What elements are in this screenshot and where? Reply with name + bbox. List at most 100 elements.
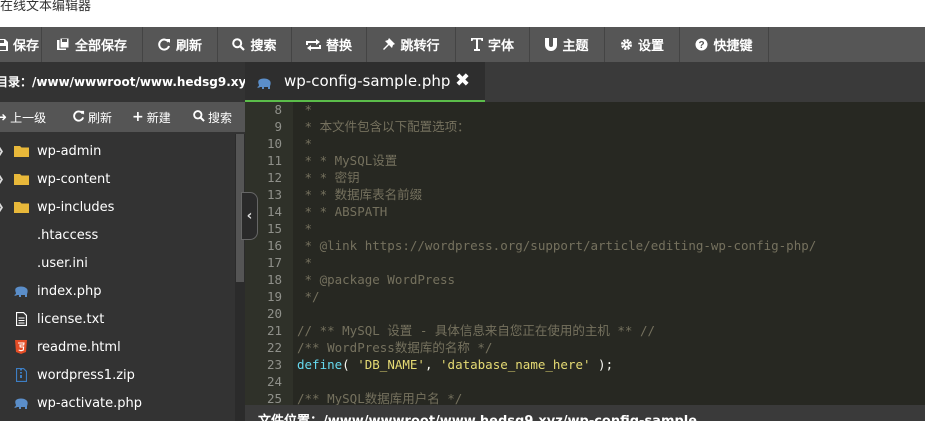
goto-line-button[interactable]: 跳转行: [367, 27, 456, 62]
file-list: ❯ wp-admin ❯ wp-content ❯ wp-includes .h…: [0, 137, 235, 421]
up-level-label: 上一级: [10, 110, 47, 125]
folder-icon: [13, 172, 29, 186]
code-line: 13 * * 数据库表名前缀: [245, 186, 925, 203]
code-text: */: [297, 288, 320, 305]
save-icon: [0, 38, 8, 51]
collapse-sidebar-chevron-left-icon[interactable]: ‹: [241, 192, 258, 240]
file-item-htaccess[interactable]: .htaccess: [0, 221, 235, 249]
file-name: .htaccess: [37, 227, 99, 243]
settings-button[interactable]: 设置: [605, 27, 680, 62]
code-line: 19 */: [245, 288, 925, 305]
code-line: 24: [245, 373, 925, 390]
html5-icon: [13, 340, 29, 354]
file-item-wp-includes[interactable]: ❯ wp-includes: [0, 193, 235, 221]
line-number: 10: [266, 136, 282, 151]
shortcuts-button[interactable]: ? 快捷键: [680, 27, 769, 62]
file-item-wp-admin[interactable]: ❯ wp-admin: [0, 137, 235, 165]
line-number: 23: [266, 357, 282, 372]
editor-tabbar: wp-config-sample.php ✖: [245, 62, 925, 102]
code-line: 20: [245, 305, 925, 322]
line-number: 19: [266, 289, 282, 304]
chevron-right-icon[interactable]: ❯: [0, 146, 6, 157]
save-all-icon: [56, 38, 70, 51]
line-number: 22: [266, 340, 282, 355]
file-item-wp-content[interactable]: ❯ wp-content: [0, 165, 235, 193]
replace-icon: [305, 38, 321, 51]
code-text: * * 密钥: [297, 169, 360, 186]
code-line: 12 * * 密钥: [245, 169, 925, 186]
sidebar-actions: ➜ 上一级 刷新 + 新建 搜索: [0, 102, 245, 132]
window-title: 在线文本编辑器: [0, 0, 92, 14]
code-token: */: [297, 289, 320, 304]
file-name: wp-content: [37, 171, 111, 187]
code-line: 25 /** MySQL数据库用户名 */: [245, 390, 925, 405]
chevron-right-icon[interactable]: ❯: [0, 174, 6, 185]
up-level-button[interactable]: ➜ 上一级: [0, 109, 46, 126]
code-token: 'DB_NAME': [357, 357, 425, 372]
save-button[interactable]: 保存: [0, 27, 42, 62]
goto-line-label: 跳转行: [400, 39, 440, 54]
save-all-button[interactable]: 全部保存: [42, 27, 143, 62]
code-token: * * 数据库表名前缀: [297, 187, 423, 202]
code-editor[interactable]: 8 * 9 * 本文件包含以下配置选项： 10 * 11 * * MySQL设置 12 …: [245, 102, 925, 405]
replace-button[interactable]: 替换: [292, 27, 367, 62]
file-sidebar: 目录：/www/wwwroot/www.hedsg9.xyz ➜ 上一级 刷新 …: [0, 62, 245, 421]
file-item-user-ini[interactable]: .user.ini: [0, 249, 235, 277]
sidebar-scrollbar[interactable]: [235, 134, 245, 421]
code-line: 18 * @package WordPress: [245, 271, 925, 288]
code-token: * * MySQL设置: [297, 153, 398, 168]
file-name: wp-includes: [37, 199, 115, 215]
code-text: * * ABSPATH: [297, 203, 388, 220]
code-line: 11 * * MySQL设置: [245, 152, 925, 169]
file-item-index-php[interactable]: index.php: [0, 277, 235, 305]
refresh-button[interactable]: 刷新: [143, 27, 218, 62]
directory-bar: 目录：/www/wwwroot/www.hedsg9.xyz: [0, 62, 245, 102]
refresh-icon: [73, 110, 85, 125]
file-item-license-txt[interactable]: license.txt: [0, 305, 235, 333]
code-token: /** MySQL数据库用户名 */: [297, 391, 463, 405]
php-elephant-icon: [13, 284, 29, 298]
text-file-icon: [13, 312, 29, 326]
code-token: );: [590, 357, 614, 372]
shortcuts-label: 快捷键: [713, 39, 753, 54]
line-number: 17: [266, 255, 282, 270]
code-line: 9 * 本文件包含以下配置选项：: [245, 118, 925, 135]
font-button[interactable]: 字体: [456, 27, 530, 62]
code-token: ,: [424, 357, 441, 372]
search-button[interactable]: 搜索: [218, 27, 292, 62]
help-icon: ?: [695, 38, 708, 51]
file-item-wp-activate-php[interactable]: wp-activate.php: [0, 389, 235, 417]
chevron-right-icon[interactable]: ❯: [0, 202, 6, 213]
search-icon: [193, 109, 205, 125]
file-item-readme-html[interactable]: readme.html: [0, 333, 235, 361]
toolbar: 保存 全部保存 刷新 搜索 替换 跳转行 字体 主题 设置 ? 快捷键: [0, 27, 925, 62]
sidebar-search-button[interactable]: 搜索: [193, 109, 232, 126]
code-line: 21 // ** MySQL 设置 - 具体信息来自您正在使用的主机 ** //: [245, 322, 925, 339]
file-item-wordpress1-zip[interactable]: wordpress1.zip: [0, 361, 235, 389]
code-token: *: [297, 221, 313, 236]
folder-icon: [13, 144, 29, 158]
code-token: * @link https://wordpress.org/support/ar…: [297, 238, 817, 253]
code-token: 'database_name_here': [440, 357, 591, 372]
file-location: 文件位置：/www/wwwroot/www.hedsg9.xyz/wp-conf…: [258, 410, 697, 421]
tab-wp-config-sample[interactable]: wp-config-sample.php ✖: [245, 62, 485, 102]
status-bar: 文件位置：/www/wwwroot/www.hedsg9.xyz/wp-conf…: [245, 405, 925, 421]
sidebar-refresh-button[interactable]: 刷新: [73, 109, 112, 126]
theme-button[interactable]: 主题: [530, 27, 605, 62]
close-tab-icon[interactable]: ✖: [455, 70, 470, 91]
code-token: // ** MySQL 设置 - 具体信息来自您正在使用的主机 ** //: [297, 323, 656, 338]
code-line: 17 *: [245, 254, 925, 271]
code-text: define( 'DB_NAME', 'database_name_here' …: [297, 356, 613, 373]
code-token: * @package WordPress: [297, 272, 456, 287]
file-name: readme.html: [37, 339, 121, 355]
replace-label: 替换: [325, 39, 352, 54]
code-token: /** WordPress数据库的名称 */: [297, 340, 493, 355]
code-text: *: [297, 220, 313, 237]
new-file-button[interactable]: + 新建: [132, 109, 171, 126]
line-number: 11: [266, 153, 282, 168]
code-line: 15 *: [245, 220, 925, 237]
code-text: // ** MySQL 设置 - 具体信息来自您正在使用的主机 ** //: [297, 322, 655, 339]
code-text: * * 数据库表名前缀: [297, 186, 423, 203]
line-number: 9: [274, 119, 282, 134]
text-icon: [470, 38, 483, 51]
